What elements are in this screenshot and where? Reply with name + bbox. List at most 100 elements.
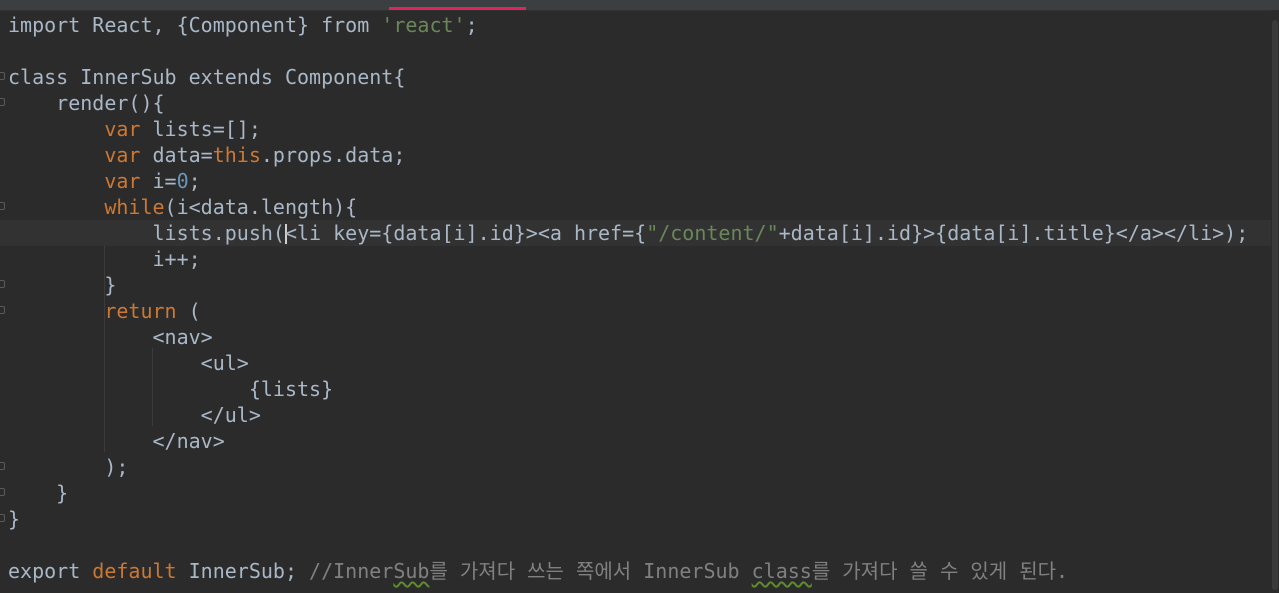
fold-marker-icon[interactable] bbox=[0, 280, 5, 288]
code-token: return bbox=[104, 299, 177, 323]
code-token: InnerSub; bbox=[176, 559, 310, 583]
code-line-text: return ( bbox=[8, 298, 201, 324]
code-line[interactable]: } bbox=[0, 272, 1279, 298]
code-line[interactable]: } bbox=[0, 480, 1279, 506]
scrollbar-thumb[interactable] bbox=[1272, 20, 1278, 590]
code-token: } bbox=[8, 273, 117, 297]
vertical-scrollbar[interactable] bbox=[1271, 10, 1279, 593]
code-line-text: while(i<data.length){ bbox=[8, 194, 357, 220]
code-line-text: <ul> bbox=[8, 350, 249, 376]
fold-marker-icon[interactable] bbox=[0, 306, 5, 314]
code-token: 'react' bbox=[381, 13, 466, 37]
code-token: var bbox=[104, 117, 141, 141]
code-line-text: import React, {Component} from 'react'; bbox=[8, 12, 478, 38]
code-token: class InnerSub extends Component{ bbox=[8, 65, 406, 89]
code-token: <ul> bbox=[8, 351, 249, 375]
code-token: Sub bbox=[393, 559, 430, 583]
code-line[interactable]: ); bbox=[0, 454, 1279, 480]
code-line-text: var i=0; bbox=[8, 168, 201, 194]
code-line-text: </ul> bbox=[8, 402, 261, 428]
code-token: +data[i].id}>{data[i].title}</a></li>); bbox=[778, 221, 1249, 245]
code-token: </ul> bbox=[8, 403, 261, 427]
code-token: //Inner bbox=[309, 559, 394, 583]
code-token: lists=[]; bbox=[140, 117, 261, 141]
code-line[interactable]: i++; bbox=[0, 246, 1279, 272]
code-token: export bbox=[8, 559, 93, 583]
code-line[interactable]: </ul> bbox=[0, 402, 1279, 428]
code-line[interactable]: import React, {Component} from 'react'; bbox=[0, 12, 1279, 38]
code-line-text: export default InnerSub; //InnerSub를 가져다… bbox=[8, 558, 1068, 584]
code-token: i++; bbox=[8, 247, 201, 271]
code-line-text: } bbox=[8, 272, 116, 298]
code-line[interactable]: var data=this.props.data; bbox=[0, 142, 1279, 168]
code-line[interactable]: var i=0; bbox=[0, 168, 1279, 194]
code-line[interactable]: export default InnerSub; //InnerSub를 가져다… bbox=[0, 558, 1279, 584]
code-line-text: render(){ bbox=[8, 90, 165, 116]
code-token: 를 가져다 쓸 수 있게 된다. bbox=[811, 559, 1069, 583]
code-token: default bbox=[92, 559, 177, 583]
code-line-text: i++; bbox=[8, 246, 201, 272]
code-token: (i<data.length){ bbox=[164, 195, 358, 219]
code-token: .props.data; bbox=[260, 143, 406, 167]
code-token: data= bbox=[140, 143, 213, 167]
code-line[interactable]: render(){ bbox=[0, 90, 1279, 116]
code-line[interactable]: } bbox=[0, 506, 1279, 532]
code-token: this bbox=[212, 143, 261, 167]
code-line-text: var data=this.props.data; bbox=[8, 142, 405, 168]
code-line[interactable]: <ul> bbox=[0, 350, 1279, 376]
code-line[interactable]: </nav> bbox=[0, 428, 1279, 454]
code-token: ; bbox=[465, 13, 478, 37]
code-token: lists.push( bbox=[8, 221, 285, 245]
code-token: var bbox=[104, 169, 141, 193]
code-line[interactable]: return ( bbox=[0, 298, 1279, 324]
code-token: class bbox=[751, 559, 812, 583]
code-token: {lists} bbox=[8, 377, 334, 401]
code-token: </nav> bbox=[8, 429, 225, 453]
fold-marker-icon[interactable] bbox=[0, 514, 5, 522]
code-line-text: {lists} bbox=[8, 376, 333, 402]
code-token: <nav> bbox=[8, 325, 213, 349]
code-token: while bbox=[104, 195, 165, 219]
code-line-text: lists.push(<li key={data[i].id}><a href=… bbox=[8, 220, 1248, 246]
code-token: <li key={data[i].id}><a href={ bbox=[284, 221, 647, 245]
code-line[interactable]: <nav> bbox=[0, 324, 1279, 350]
code-token: import React, {Component} from bbox=[8, 13, 382, 37]
code-line-text: class InnerSub extends Component{ bbox=[8, 64, 405, 90]
code-area[interactable]: import React, {Component} from 'react'; c… bbox=[0, 10, 1279, 593]
fold-marker-icon[interactable] bbox=[0, 98, 5, 106]
code-line[interactable]: var lists=[]; bbox=[0, 116, 1279, 142]
code-token: "/content/" bbox=[646, 221, 779, 245]
code-line[interactable]: lists.push(<li key={data[i].id}><a href=… bbox=[0, 220, 1279, 246]
code-token: ); bbox=[8, 455, 129, 479]
code-line[interactable]: while(i<data.length){ bbox=[0, 194, 1279, 220]
code-token: 0 bbox=[176, 169, 189, 193]
code-line-text: } bbox=[8, 506, 20, 532]
code-line-text: var lists=[]; bbox=[8, 116, 261, 142]
fold-marker-icon[interactable] bbox=[0, 462, 5, 470]
code-token: i= bbox=[140, 169, 177, 193]
code-line[interactable]: class InnerSub extends Component{ bbox=[0, 64, 1279, 90]
code-line[interactable]: {lists} bbox=[0, 376, 1279, 402]
code-editor[interactable]: import React, {Component} from 'react'; c… bbox=[0, 0, 1279, 593]
code-line-text: } bbox=[8, 480, 68, 506]
code-token: var bbox=[104, 143, 141, 167]
code-line-text: </nav> bbox=[8, 428, 225, 454]
fold-marker-icon[interactable] bbox=[0, 72, 5, 80]
code-line[interactable] bbox=[0, 38, 1279, 64]
code-token: 를 가져다 쓰는 쪽에서 InnerSub bbox=[429, 559, 752, 583]
code-token: } bbox=[8, 481, 69, 505]
fold-marker-icon[interactable] bbox=[0, 488, 5, 496]
code-line[interactable] bbox=[0, 532, 1279, 558]
code-token: ( bbox=[176, 299, 201, 323]
fold-marker-icon[interactable] bbox=[0, 202, 5, 210]
code-line-text: <nav> bbox=[8, 324, 213, 350]
code-line-text: ); bbox=[8, 454, 128, 480]
code-token: } bbox=[8, 507, 21, 531]
code-token: render(){ bbox=[8, 91, 165, 115]
code-token: ; bbox=[188, 169, 201, 193]
